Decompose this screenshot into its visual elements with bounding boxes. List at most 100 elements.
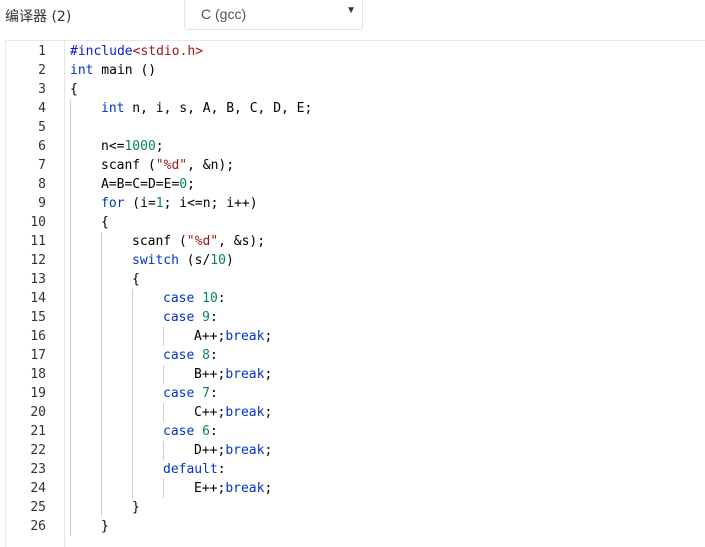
indent-guide xyxy=(163,403,164,422)
indent-guide xyxy=(163,327,164,346)
code-token: A++; xyxy=(194,329,226,344)
line-number: 8 xyxy=(38,177,46,192)
code-token: ; xyxy=(264,329,273,344)
code-token: 6 xyxy=(202,424,210,439)
code-token: scanf ( xyxy=(101,158,156,173)
code-line: case 6: xyxy=(163,422,218,441)
code-token: "%d" xyxy=(155,158,188,173)
line-number: 4 xyxy=(38,101,46,116)
code-token: (s/ xyxy=(178,253,211,268)
line-number: 2 xyxy=(38,63,46,78)
code-token: <stdio.h> xyxy=(132,44,204,59)
dropdown-arrow-icon: ▼ xyxy=(346,5,356,16)
indent-guide xyxy=(163,441,164,460)
code-token: switch xyxy=(132,253,179,268)
line-number: 18 xyxy=(30,367,46,382)
code-token: n, i, s, A, B, C, D, E; xyxy=(124,101,313,116)
code-token: case xyxy=(163,310,195,325)
code-token: for xyxy=(101,196,125,211)
code-line: #include<stdio.h> xyxy=(70,42,203,61)
line-number: 11 xyxy=(30,234,46,249)
line-number: 12 xyxy=(30,253,46,268)
code-line: { xyxy=(101,213,109,232)
code-token: "%d" xyxy=(186,234,219,249)
code-token: { xyxy=(70,82,78,97)
code-line: int n, i, s, A, B, C, D, E; xyxy=(101,99,312,118)
indent-guide xyxy=(70,99,71,536)
code-token: 10 xyxy=(210,253,226,268)
code-token: , &n); xyxy=(187,158,235,173)
code-token: ; xyxy=(264,367,273,382)
line-number-gutter: 1 2 3 4 5 6 7 8 9 10 11 12 13 14 15 16 17 18 19 20 21 22 23 24 2… xyxy=(6,41,65,547)
line-number: 1 xyxy=(38,44,46,59)
code-line: A=B=C=D=E=0; xyxy=(101,175,195,194)
line-number: 26 xyxy=(30,519,46,534)
line-number: 15 xyxy=(30,310,46,325)
code-token: ; xyxy=(187,177,195,192)
code-token: break xyxy=(225,481,265,496)
code-token: 10 xyxy=(202,291,218,306)
code-line: B++;break; xyxy=(194,365,272,384)
indent-guide xyxy=(163,365,164,384)
code-token: ; i<=n; i++) xyxy=(163,196,258,211)
code-token: 8 xyxy=(202,348,210,363)
code-token: } xyxy=(132,500,140,515)
code-token: case xyxy=(163,424,195,439)
line-number: 25 xyxy=(30,500,46,515)
code-token: int xyxy=(70,63,94,78)
code-token: break xyxy=(225,329,265,344)
indent-guide xyxy=(132,289,133,498)
line-number: 24 xyxy=(30,481,46,496)
code-editor[interactable]: 1 2 3 4 5 6 7 8 9 10 11 12 13 14 15 16 17 18 19 20 21 22 23 24 2… xyxy=(5,40,705,547)
code-token: int xyxy=(101,101,125,116)
code-line: case 8: xyxy=(163,346,218,365)
code-token: 1000 xyxy=(124,139,156,154)
code-line: scanf ("%d", &n); xyxy=(101,156,234,175)
code-token: ; xyxy=(264,481,273,496)
line-number: 3 xyxy=(38,82,46,97)
code-area[interactable]: #include<stdio.h> int main () { int n, i, s… xyxy=(65,41,705,547)
code-line: switch (s/10) xyxy=(132,251,234,270)
code-token: break xyxy=(225,367,265,382)
code-token: { xyxy=(101,215,109,230)
code-token: case xyxy=(163,386,195,401)
code-token: n<= xyxy=(101,139,125,154)
code-token: 0 xyxy=(179,177,188,192)
code-token: 1 xyxy=(155,196,164,211)
code-token: B++; xyxy=(194,367,226,382)
line-number: 5 xyxy=(38,120,46,135)
code-token: : xyxy=(209,348,218,363)
code-token: main () xyxy=(93,63,157,78)
code-token: #include xyxy=(70,44,133,59)
language-select-value: C (gcc) xyxy=(201,6,247,22)
code-line: D++;break; xyxy=(194,441,272,460)
toolbar: 编译器 (2) C (gcc) ▼ xyxy=(0,0,705,40)
code-line: C++;break; xyxy=(194,403,272,422)
line-number: 21 xyxy=(30,424,46,439)
code-token: : xyxy=(217,462,226,477)
line-number: 9 xyxy=(38,196,46,211)
code-token: : xyxy=(217,291,226,306)
code-token: } xyxy=(101,519,109,534)
code-token: D++; xyxy=(194,443,226,458)
line-number: 23 xyxy=(30,462,46,477)
code-token: ; xyxy=(155,139,164,154)
line-number: 19 xyxy=(30,386,46,401)
code-token: C++; xyxy=(194,405,226,420)
line-number: 20 xyxy=(30,405,46,420)
language-select[interactable]: C (gcc) ▼ xyxy=(184,0,363,30)
code-token: ; xyxy=(264,443,273,458)
code-token: : xyxy=(209,386,218,401)
line-number: 7 xyxy=(38,158,46,173)
code-token: case xyxy=(163,291,195,306)
code-token: E++; xyxy=(194,481,226,496)
code-line: A++;break; xyxy=(194,327,272,346)
code-line: n<=1000; xyxy=(101,137,164,156)
code-token: ; xyxy=(264,405,273,420)
code-token: A=B=C=D=E= xyxy=(101,177,180,192)
code-line: E++;break; xyxy=(194,479,272,498)
